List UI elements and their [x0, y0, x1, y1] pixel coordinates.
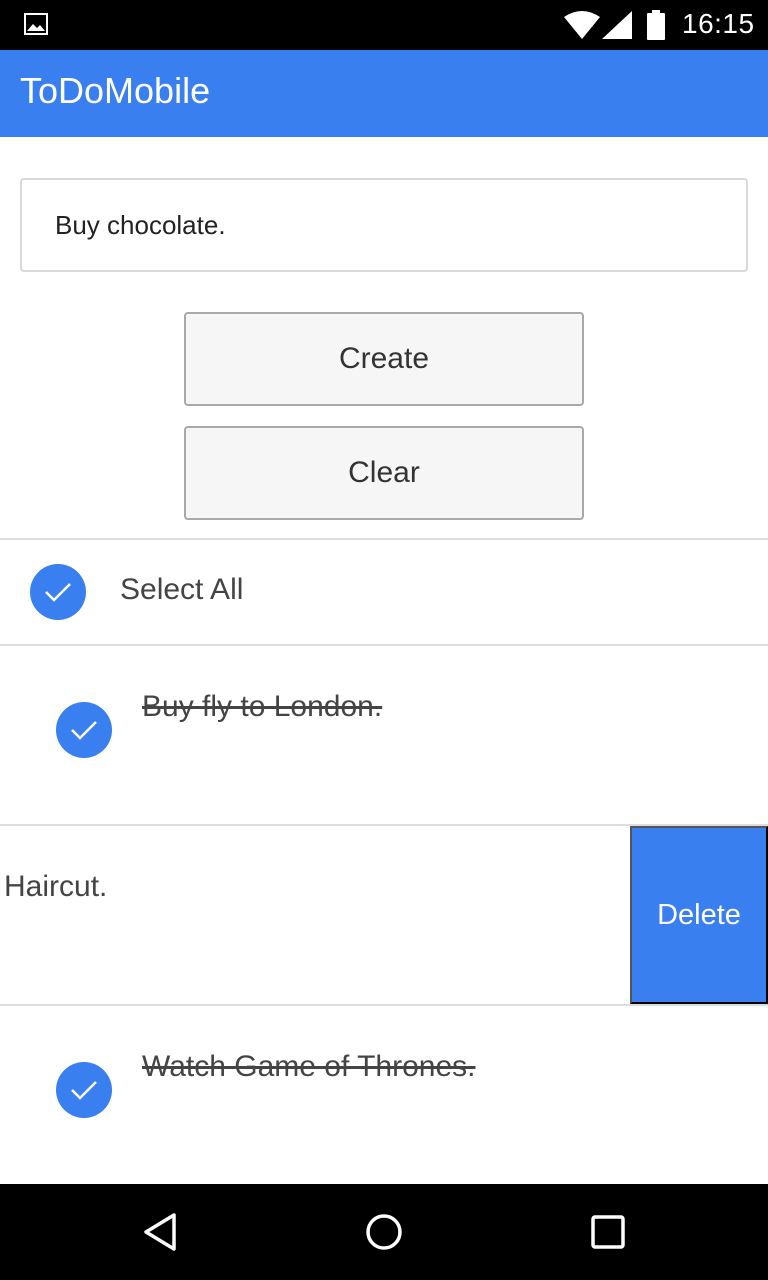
checkmark-icon [71, 721, 97, 740]
create-button[interactable]: Create [184, 312, 584, 406]
battery-icon [647, 10, 665, 40]
task-input[interactable] [20, 178, 748, 272]
home-icon[interactable] [364, 1212, 404, 1252]
divider [0, 644, 768, 646]
back-icon[interactable] [140, 1212, 180, 1252]
clear-button[interactable]: Clear [184, 426, 584, 520]
todo-text: Haircut. [4, 870, 108, 903]
recents-icon[interactable] [590, 1214, 626, 1250]
app-bar: ToDoMobile [0, 50, 768, 137]
status-bar: 16:15 [0, 0, 768, 50]
todo-text: Buy fly to London. [142, 690, 383, 723]
status-time: 16:15 [682, 8, 755, 39]
gallery-icon [24, 13, 48, 35]
select-all-checkbox[interactable] [30, 564, 86, 620]
select-all-label: Select All [120, 573, 244, 606]
checkmark-icon [71, 1081, 97, 1100]
todo-checkbox[interactable] [56, 1062, 112, 1118]
divider [0, 538, 768, 540]
checkmark-icon [45, 583, 71, 602]
app-title: ToDoMobile [20, 70, 211, 111]
navigation-bar [0, 1184, 768, 1280]
wifi-icon [564, 11, 600, 39]
todo-text: Watch Game of Thrones. [142, 1050, 476, 1083]
divider [0, 1004, 768, 1006]
delete-button[interactable]: Delete [630, 826, 768, 1004]
signal-icon [602, 11, 632, 39]
todo-checkbox[interactable] [56, 702, 112, 758]
